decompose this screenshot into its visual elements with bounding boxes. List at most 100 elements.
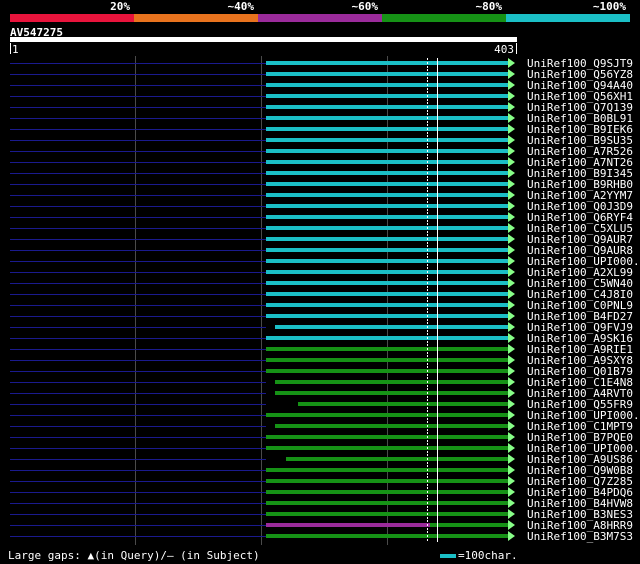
gap-marker <box>427 432 428 443</box>
alignment-bar[interactable] <box>266 292 508 296</box>
gap-marker <box>437 179 438 190</box>
unaligned-line <box>10 283 266 284</box>
gap-marker <box>427 256 428 267</box>
gap-marker <box>427 102 428 113</box>
unaligned-line <box>10 184 266 185</box>
alignment-bar[interactable] <box>266 512 508 516</box>
alignment-bar[interactable] <box>266 193 508 197</box>
alignment-bar[interactable] <box>266 479 508 483</box>
alignment-bar[interactable] <box>266 314 508 318</box>
hit-end-arrow <box>508 355 515 365</box>
unaligned-line <box>10 162 266 163</box>
query-bar <box>10 37 517 42</box>
alignment-bar[interactable] <box>266 138 508 142</box>
alignment-bar[interactable] <box>275 391 508 395</box>
gap-marker <box>437 234 438 245</box>
alignment-bar[interactable] <box>266 182 508 186</box>
legend-segment <box>134 14 258 22</box>
alignment-bar[interactable] <box>266 226 508 230</box>
gap-marker <box>427 201 428 212</box>
scale-swatch <box>440 554 456 558</box>
unaligned-line <box>10 206 266 207</box>
hit-label[interactable]: UniRef100_B3M7S3 <box>527 530 633 543</box>
alignment-bar[interactable] <box>266 149 508 153</box>
alignment-bar[interactable] <box>266 501 508 505</box>
alignment-bar[interactable] <box>275 325 508 329</box>
alignment-bar[interactable] <box>266 446 508 450</box>
hit-end-arrow <box>508 278 515 288</box>
gap-marker <box>437 311 438 322</box>
gap-marker <box>437 520 438 531</box>
alignment-bar[interactable] <box>298 402 508 406</box>
hit-row[interactable]: UniRef100_B3M7S3 <box>0 530 640 543</box>
gap-marker <box>437 58 438 69</box>
unaligned-line <box>10 360 266 361</box>
alignment-bar[interactable] <box>266 468 508 472</box>
unaligned-line <box>10 239 266 240</box>
alignment-bar[interactable] <box>286 457 508 461</box>
alignment-bar[interactable] <box>266 413 508 417</box>
hit-end-arrow <box>508 509 515 519</box>
unaligned-line <box>10 316 266 317</box>
gap-marker <box>437 454 438 465</box>
alignment-bar[interactable] <box>266 237 508 241</box>
hit-end-arrow <box>508 311 515 321</box>
alignment-bar[interactable] <box>266 72 508 76</box>
alignment-bar[interactable] <box>266 61 508 65</box>
gap-marker <box>437 146 438 157</box>
alignment-bar[interactable] <box>266 270 508 274</box>
alignment-bar[interactable] <box>266 336 508 340</box>
alignment-bar[interactable] <box>266 523 430 527</box>
unaligned-line <box>10 261 266 262</box>
alignment-bar[interactable] <box>266 160 508 164</box>
gap-marker <box>437 223 438 234</box>
alignment-bar[interactable] <box>266 171 508 175</box>
hit-end-arrow <box>508 179 515 189</box>
unaligned-line <box>10 272 266 273</box>
unaligned-line <box>10 327 266 328</box>
alignment-bar[interactable] <box>275 380 508 384</box>
alignment-bar[interactable] <box>266 127 508 131</box>
unaligned-line <box>10 371 266 372</box>
alignment-bar[interactable] <box>266 94 508 98</box>
hit-end-arrow <box>508 432 515 442</box>
query-ruler: 1 403 <box>10 43 517 56</box>
gap-marker <box>437 355 438 366</box>
hit-end-arrow <box>508 498 515 508</box>
alignment-bar[interactable] <box>266 83 508 87</box>
alignment-bar[interactable] <box>266 105 508 109</box>
alignment-bar[interactable] <box>275 424 508 428</box>
gap-marker <box>427 245 428 256</box>
alignment-bar[interactable] <box>266 534 508 538</box>
gap-marker <box>427 322 428 333</box>
alignment-bar[interactable] <box>266 435 508 439</box>
gap-marker <box>427 344 428 355</box>
unaligned-line <box>10 140 266 141</box>
hit-end-arrow <box>508 410 515 420</box>
alignment-bar[interactable] <box>266 281 508 285</box>
hit-end-arrow <box>508 300 515 310</box>
alignment-bar[interactable] <box>266 248 508 252</box>
gap-marker <box>437 113 438 124</box>
gap-marker <box>427 520 428 531</box>
legend-segment <box>258 14 382 22</box>
alignment-bar[interactable] <box>266 204 508 208</box>
alignment-bar[interactable] <box>266 347 508 351</box>
alignment-bar[interactable] <box>266 215 508 219</box>
gap-marker <box>427 157 428 168</box>
hit-end-arrow <box>508 245 515 255</box>
hit-end-arrow <box>508 388 515 398</box>
alignment-bar[interactable] <box>266 358 508 362</box>
unaligned-line <box>10 349 266 350</box>
hit-end-arrow <box>508 289 515 299</box>
alignment-bar[interactable] <box>266 116 508 120</box>
alignment-bar[interactable] <box>266 490 508 494</box>
legend-label: ~60% <box>351 0 379 13</box>
legend-segment <box>382 14 506 22</box>
alignment-bar[interactable] <box>266 369 508 373</box>
unaligned-line <box>10 404 266 405</box>
alignment-bar[interactable] <box>266 303 508 307</box>
gap-marker <box>437 278 438 289</box>
alignment-bar[interactable] <box>266 259 508 263</box>
alignment-bar-tail[interactable] <box>430 523 508 527</box>
